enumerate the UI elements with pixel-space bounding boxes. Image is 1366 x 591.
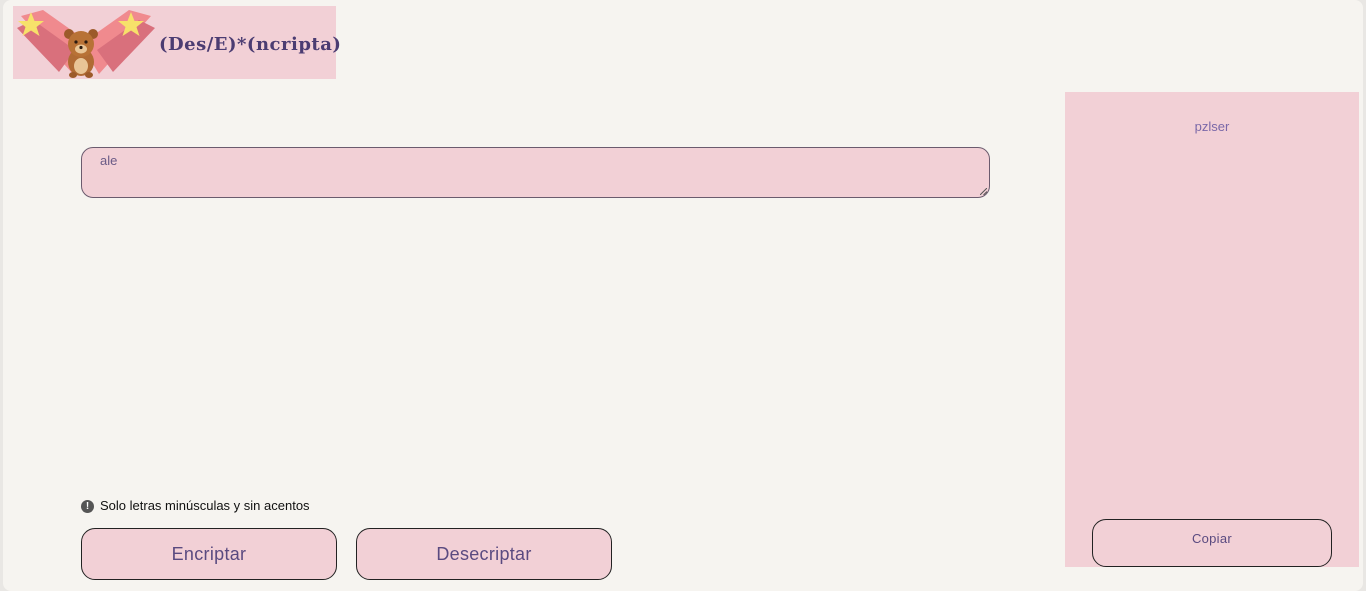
page: (Des/E)*(ncripta) ale ! Solo letras minú…: [3, 0, 1363, 591]
copy-button[interactable]: Copiar: [1092, 519, 1332, 567]
decrypt-button[interactable]: Desecriptar: [356, 528, 612, 580]
logo: (Des/E)*(ncripta): [13, 6, 341, 79]
info-icon: !: [81, 499, 94, 513]
text-input[interactable]: ale: [81, 147, 990, 198]
input-value[interactable]: ale: [100, 153, 117, 168]
output-result: pzlser: [1194, 119, 1230, 134]
resize-handle-icon[interactable]: [980, 188, 987, 195]
output-panel: pzlser Copiar: [1065, 92, 1359, 567]
logo-title: (Des/E)*(ncripta): [159, 34, 342, 55]
hint-text: Solo letras minúsculas y sin acentos: [100, 497, 310, 513]
input-hint: ! Solo letras minúsculas y sin acentos: [81, 497, 310, 513]
encrypt-button[interactable]: Encriptar: [81, 528, 337, 580]
teddy-bear-stars-icon: [17, 10, 155, 78]
